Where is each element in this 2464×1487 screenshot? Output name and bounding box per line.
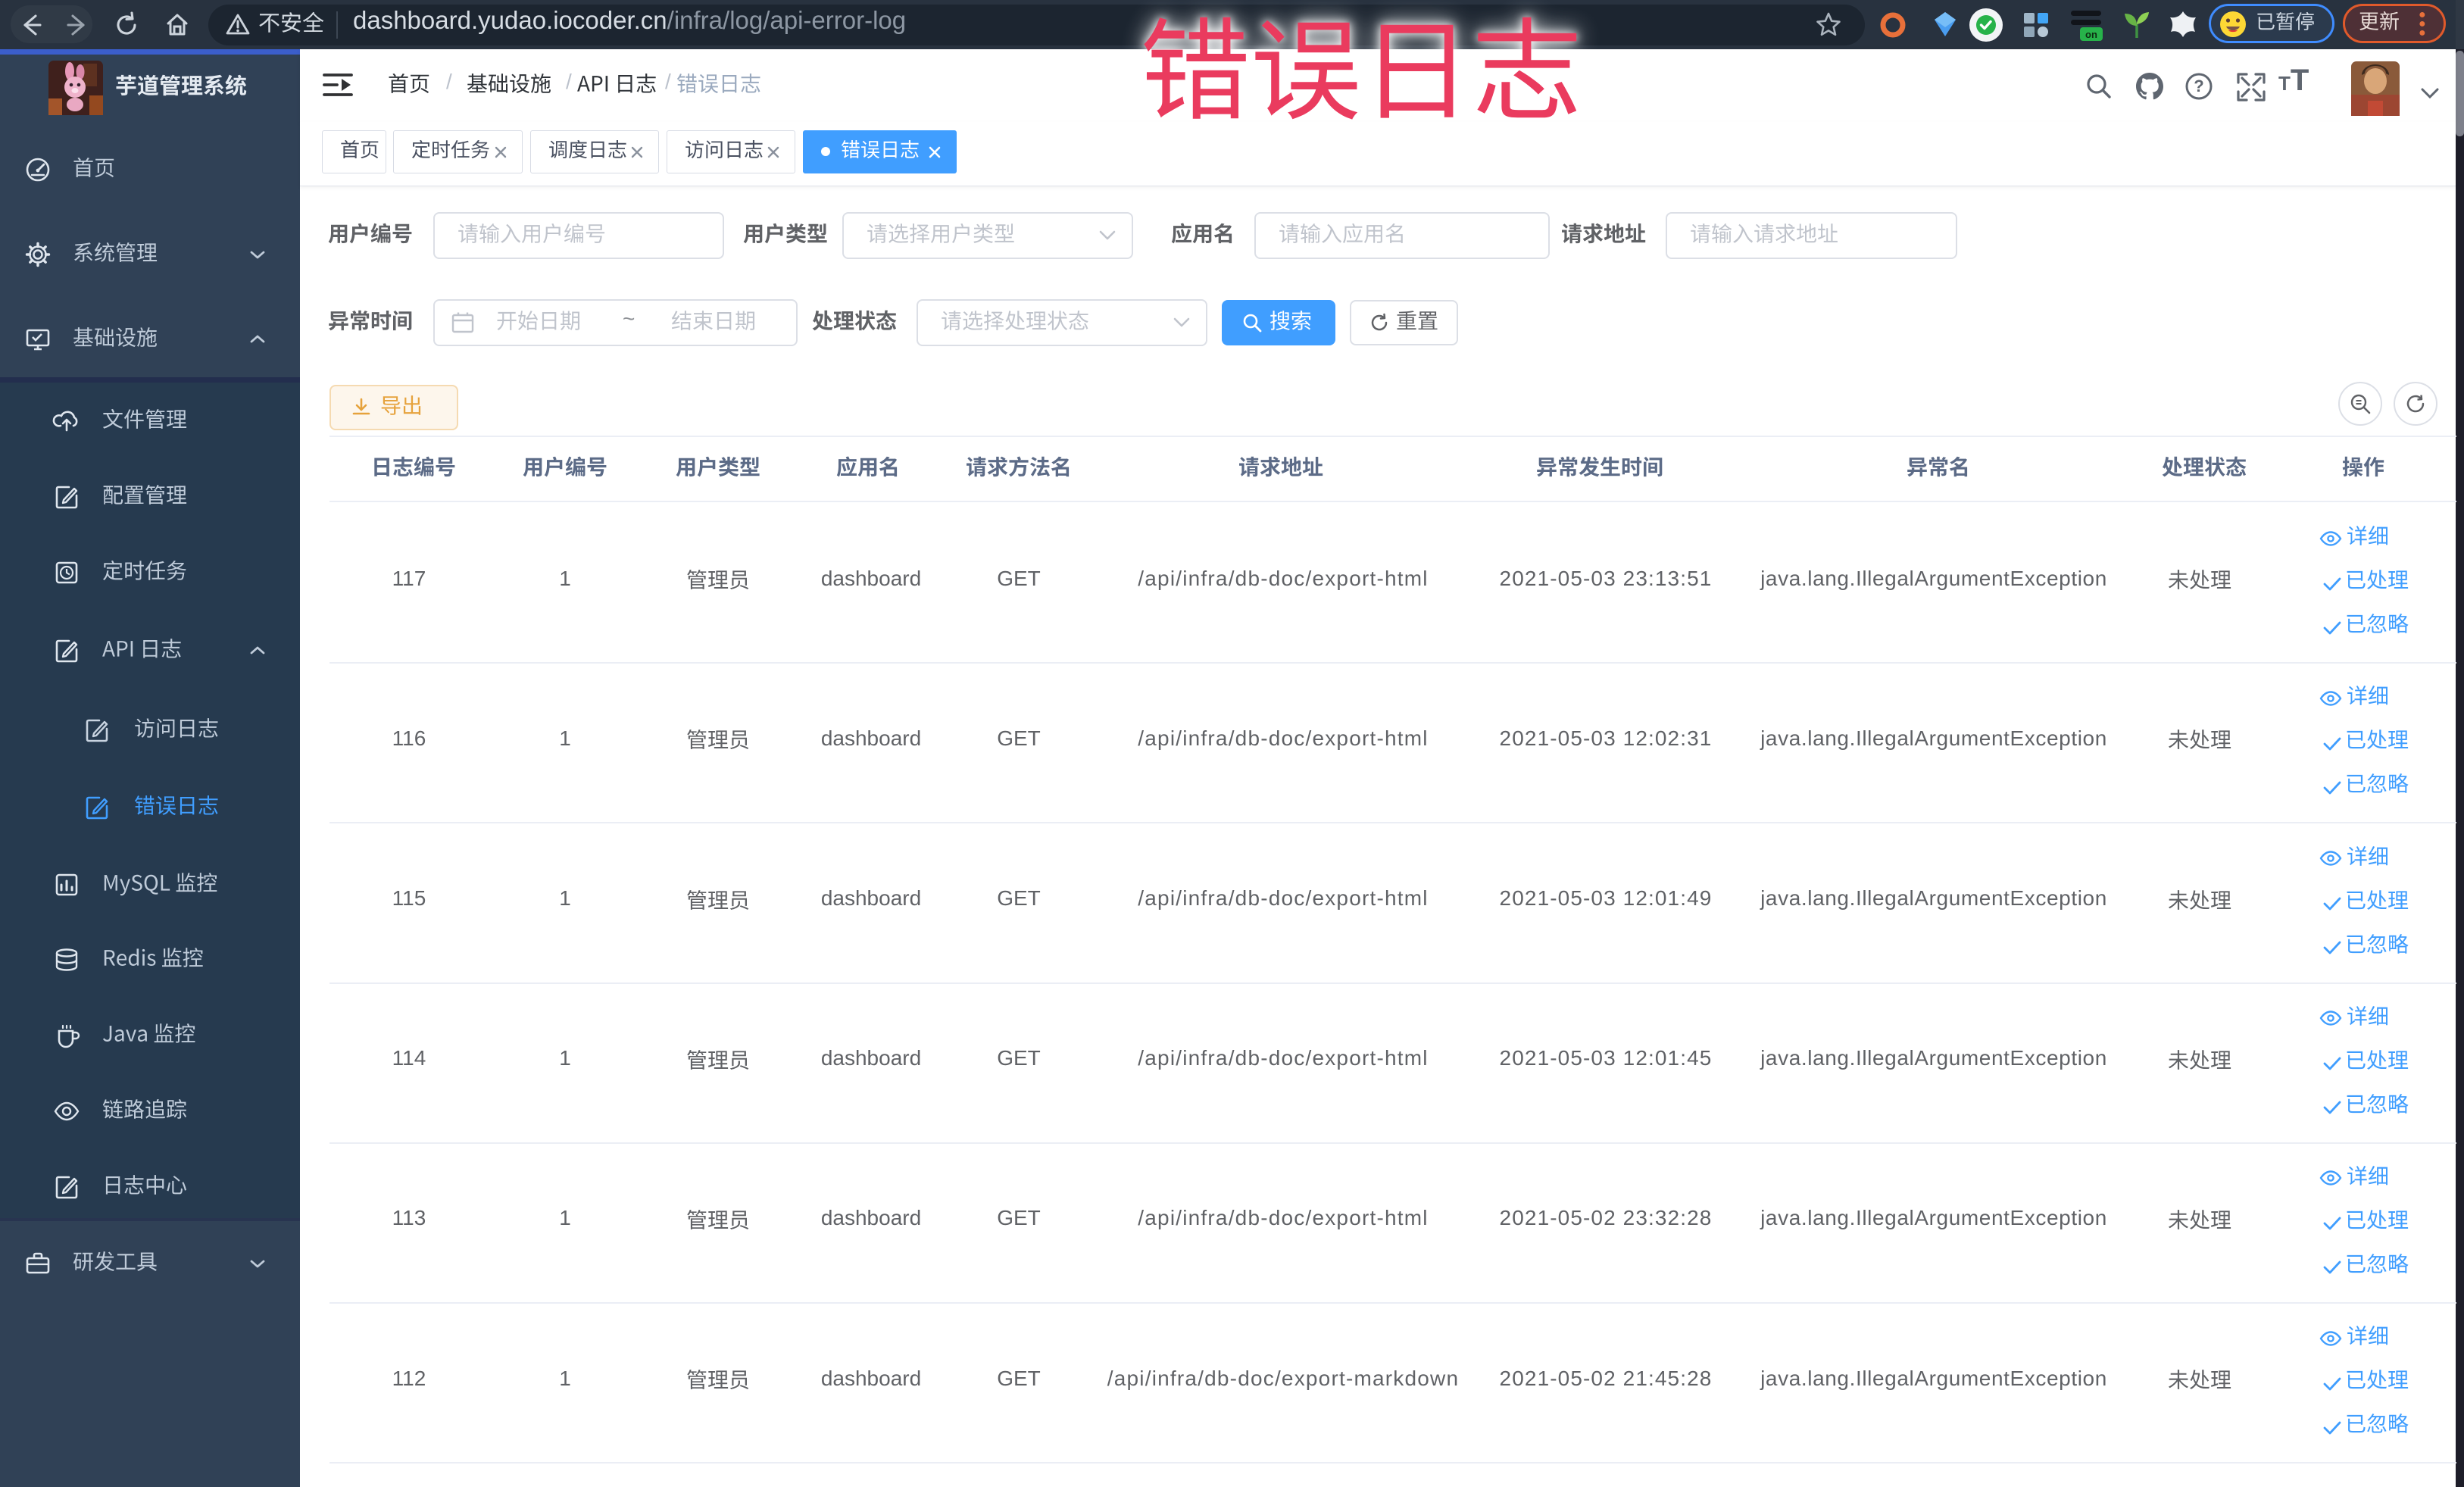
svg-text:?: ? — [2194, 77, 2203, 95]
svg-text:on: on — [2085, 29, 2097, 40]
